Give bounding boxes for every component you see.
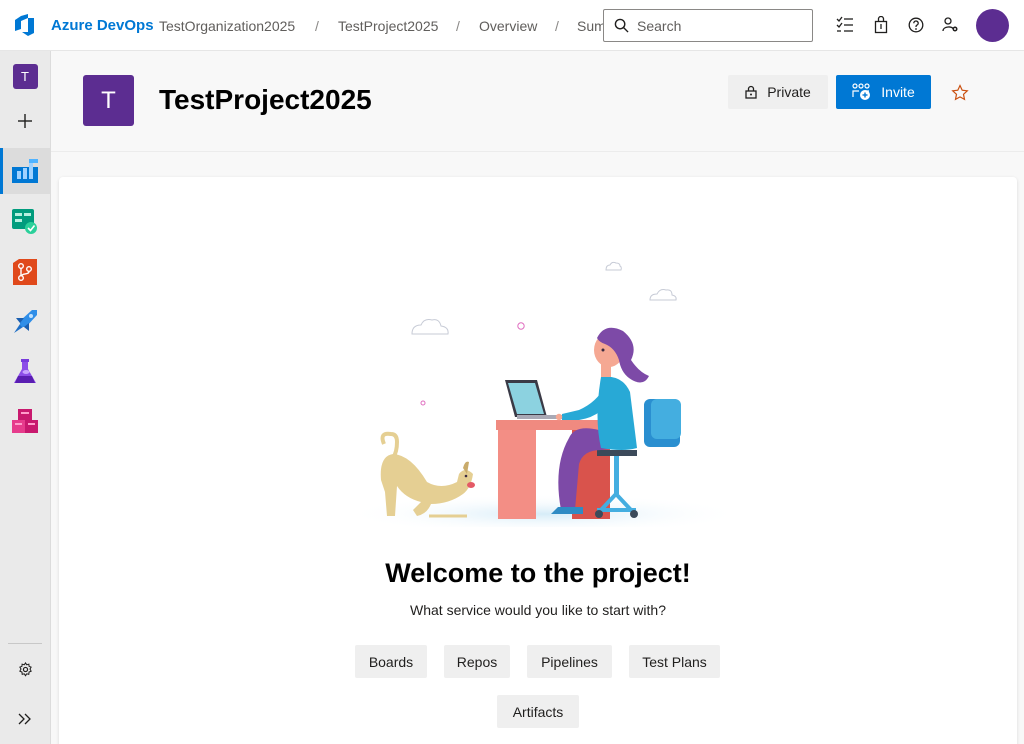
search-box[interactable] [603,9,813,42]
breadcrumb-summary[interactable]: Summary [577,18,603,34]
invite-label: Invite [881,84,915,100]
search-input[interactable] [637,16,807,36]
service-button-artifacts[interactable]: Artifacts [497,695,579,728]
repos-icon[interactable] [0,252,50,292]
marketplace-bag-icon[interactable] [871,15,891,35]
breadcrumb-separator: / [456,18,460,34]
left-navigation-rail: T [0,51,51,744]
breadcrumb-overview[interactable]: Overview [479,18,537,34]
help-icon[interactable] [906,15,926,35]
welcome-illustration [344,261,744,527]
welcome-title: Welcome to the project! [385,558,691,588]
private-label: Private [767,84,811,100]
settings-icon[interactable] [0,649,50,689]
user-settings-icon[interactable] [941,15,961,35]
expand-icon[interactable] [0,699,50,739]
service-button-boards[interactable]: Boards [355,645,427,678]
work-items-icon[interactable] [835,15,855,35]
add-icon[interactable] [0,101,50,141]
project-avatar: T [83,75,134,126]
test-plans-icon[interactable] [0,352,50,392]
user-avatar[interactable] [976,9,1009,42]
azure-devops-logo-icon[interactable] [13,13,37,37]
service-button-pipelines[interactable]: Pipelines [527,645,612,678]
header-divider [51,151,1024,152]
lock-icon [745,85,757,99]
invite-people-icon [852,83,871,100]
artifacts-icon[interactable] [0,402,50,442]
breadcrumb-project[interactable]: TestProject2025 [338,18,438,34]
brand-link[interactable]: Azure DevOps [51,17,154,34]
breadcrumb-separator: / [555,18,559,34]
welcome-subtitle: What service would you like to start wit… [410,602,666,618]
search-icon [614,18,629,33]
invite-button[interactable]: Invite [836,75,931,109]
breadcrumb-organization[interactable]: TestOrganization2025 [159,18,295,34]
rail-project-initial: T [12,63,38,89]
project-title: TestProject2025 [159,84,372,115]
rail-project-avatar[interactable]: T [0,56,50,96]
breadcrumb-separator: / [315,18,319,34]
pipelines-icon[interactable] [0,302,50,342]
service-button-repos[interactable]: Repos [444,645,510,678]
rail-divider [8,643,42,644]
private-button[interactable]: Private [728,75,828,109]
top-bar: Azure DevOps TestOrganization2025 / Test… [0,0,1024,51]
boards-icon[interactable] [0,202,50,242]
welcome-card: Welcome to the project! What service wou… [59,177,1017,744]
overview-icon[interactable] [0,148,50,194]
service-button-test-plans[interactable]: Test Plans [629,645,720,678]
favorite-star-icon[interactable] [951,84,969,102]
